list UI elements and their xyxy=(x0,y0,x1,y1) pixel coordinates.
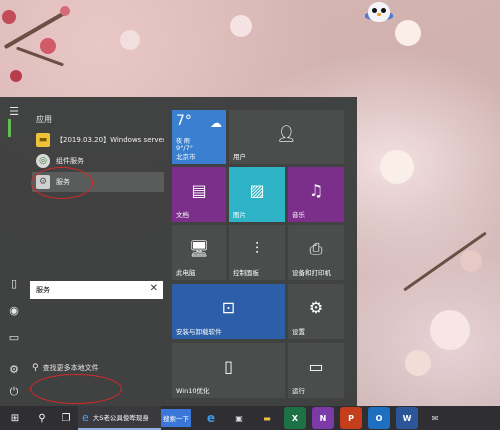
browser-title: 大S老公具俊晔现身 xyxy=(92,414,149,422)
hamburger-icon[interactable]: ☰ xyxy=(4,101,24,121)
tablet-icon: ▯ xyxy=(224,357,233,377)
folder-icon: ▬ xyxy=(36,133,50,147)
app-label: 【2019.03.20】Windows server... xyxy=(56,136,164,144)
app-label: 组件服务 xyxy=(56,157,84,165)
tile-label: 音乐 xyxy=(292,211,305,219)
tile-label: 设置 xyxy=(292,328,305,336)
computer-icon: 🖥︎ xyxy=(188,239,210,259)
picture-icon: ▨ xyxy=(249,181,265,201)
search-icon: ⚲ xyxy=(32,363,39,373)
search-hint-label: 查找更多本地文件 xyxy=(42,364,99,372)
mail-icon[interactable]: ✉ xyxy=(424,407,446,429)
document-icon[interactable]: ▯ xyxy=(4,273,24,293)
app-item-windows-server[interactable]: ▬ 【2019.03.20】Windows server... xyxy=(32,130,164,150)
run-icon: ▭ xyxy=(308,357,324,377)
tile-run[interactable]: ▭ 运行 xyxy=(288,343,344,398)
word-icon[interactable]: W xyxy=(396,407,418,429)
start-menu: ☰ ▯ ◉ ▭ ⚙ ⏻ 应用 ▬ 【2019.03.20】Windows ser… xyxy=(0,97,357,406)
power-icon[interactable]: ⏻ xyxy=(4,382,24,402)
annotation-ellipse-services xyxy=(31,167,93,199)
search-query: 服务 xyxy=(36,286,50,294)
search-web-button[interactable]: 搜索一下 xyxy=(161,409,191,427)
onenote-icon[interactable]: N xyxy=(312,407,334,429)
headphones-icon: ♫ xyxy=(308,181,324,201)
tile-label: 此电脑 xyxy=(176,269,196,277)
tile-install-uninstall[interactable]: ⊡ 安装与卸载软件 xyxy=(172,284,285,339)
tile-settings[interactable]: ⚙ 设置 xyxy=(288,284,344,339)
start-left-rail: ☰ ▯ ◉ ▭ ⚙ ⏻ xyxy=(0,97,28,406)
excel-icon[interactable]: X xyxy=(284,407,306,429)
install-box-icon: ⊡ xyxy=(221,298,236,318)
tile-documents[interactable]: ▤ 文档 xyxy=(172,167,226,222)
app-list: 应用 ▬ 【2019.03.20】Windows server... ◎ 组件服… xyxy=(28,97,168,406)
taskbar: ⊞ ⚲ ❐ e 大S老公具俊晔现身 搜索一下 e ▣ ▬ X N P O W ✉ xyxy=(0,406,500,430)
powerpoint-icon[interactable]: P xyxy=(340,407,362,429)
ie-icon: e xyxy=(82,410,89,424)
settings-gear-icon: ⚙ xyxy=(308,298,324,318)
taskbar-browser-window[interactable]: e 大S老公具俊晔现身 xyxy=(78,406,161,430)
section-header: 应用 xyxy=(36,115,52,124)
tile-label: Win10优化 xyxy=(176,387,210,395)
tile-label: 控制面板 xyxy=(233,269,259,277)
tile-devices-printers[interactable]: ⎙ 设备和打印机 xyxy=(288,225,344,280)
bird-icon xyxy=(365,2,393,22)
edge-icon[interactable]: e xyxy=(200,407,222,429)
tile-label: 图片 xyxy=(233,211,246,219)
tile-music[interactable]: ♫ 音乐 xyxy=(288,167,344,222)
tile-label: 文档 xyxy=(176,211,189,219)
tile-control-panel[interactable]: ⫶ 控制面板 xyxy=(229,225,285,280)
clear-icon[interactable]: ✕ xyxy=(150,283,158,294)
cloud-rain-icon: ☁ xyxy=(210,116,222,130)
settings-gear-icon[interactable]: ⚙ xyxy=(4,359,24,379)
tile-weather[interactable]: 7° ☁ 夜 雨 9°/7° 北京市 xyxy=(172,110,226,164)
tile-this-pc[interactable]: 🖥︎ 此电脑 xyxy=(172,225,226,280)
tile-label: 安装与卸载软件 xyxy=(176,328,222,336)
sliders-icon: ⫶ xyxy=(254,239,260,259)
person-icon: 👤︎ xyxy=(276,123,297,143)
tile-pictures[interactable]: ▨ 图片 xyxy=(229,167,285,222)
printer-icon: ⎙ xyxy=(309,239,323,259)
weather-location: 北京市 xyxy=(176,153,196,161)
weather-temp: 7° xyxy=(176,113,192,129)
scroll-indicator xyxy=(8,119,11,137)
outlook-icon[interactable]: O xyxy=(368,407,390,429)
component-services-icon: ◎ xyxy=(36,154,50,168)
search-more-files[interactable]: ⚲ 查找更多本地文件 xyxy=(32,363,99,373)
file-explorer-icon[interactable]: ▬ xyxy=(256,407,278,429)
tile-user[interactable]: 👤︎ 用户 xyxy=(229,110,344,164)
task-view-icon[interactable]: ❐ xyxy=(54,406,78,430)
start-search-input[interactable]: 服务 ✕ xyxy=(30,281,163,299)
annotation-ellipse-search xyxy=(30,374,122,404)
document-icon: ▤ xyxy=(191,181,207,201)
windows-start-icon[interactable]: ⊞ xyxy=(0,406,30,430)
tile-label: 运行 xyxy=(292,387,305,395)
user-avatar-icon[interactable]: ◉ xyxy=(4,300,24,320)
search-icon[interactable]: ⚲ xyxy=(30,406,54,430)
tile-win10-optimize[interactable]: ▯ Win10优化 xyxy=(172,343,285,398)
store-icon[interactable]: ▣ xyxy=(228,407,250,429)
tile-label: 设备和打印机 xyxy=(292,269,331,277)
tile-label: 用户 xyxy=(233,153,246,161)
pictures-icon[interactable]: ▭ xyxy=(4,327,24,347)
